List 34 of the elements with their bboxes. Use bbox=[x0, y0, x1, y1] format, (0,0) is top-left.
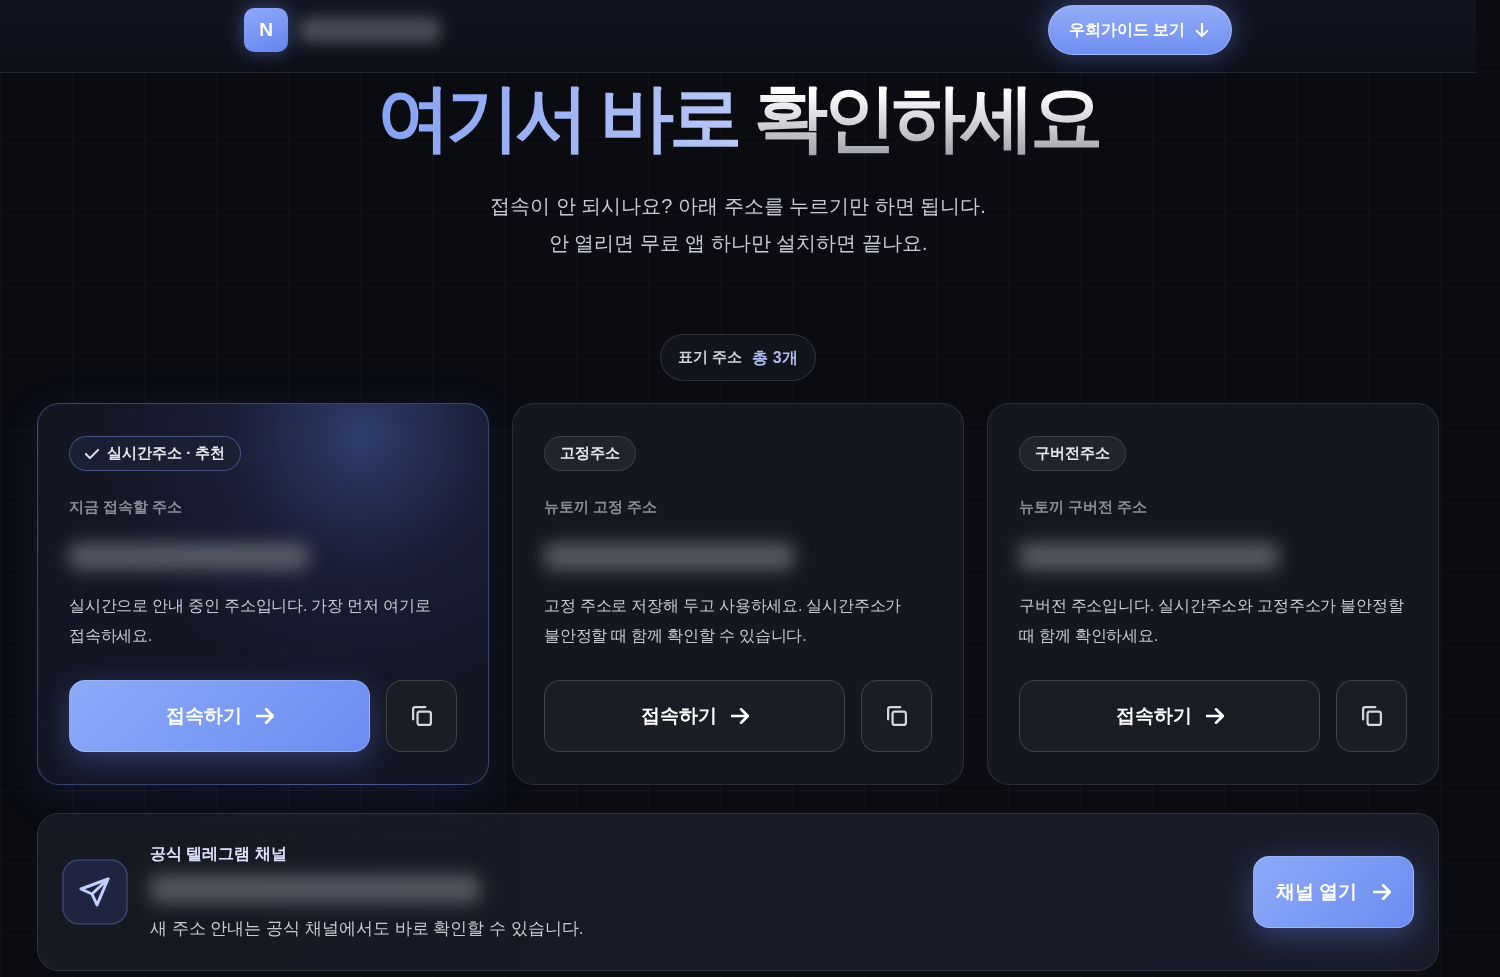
arrow-right-icon bbox=[730, 708, 749, 724]
copy-icon bbox=[411, 706, 432, 726]
address-description: 구버전 주소입니다. 실시간주소와 고정주소가 불안정할 때 함께 확인하세요. bbox=[1019, 596, 1405, 646]
connect-button[interactable]: 접속하기 bbox=[544, 680, 846, 752]
tag-label: 실시간주소 · 추천 bbox=[107, 443, 226, 464]
copy-button[interactable] bbox=[1336, 680, 1407, 752]
open-channel-button[interactable]: 채널 열기 bbox=[1253, 856, 1414, 928]
channel-description: 새 주소 안내는 공식 채널에서도 바로 확인할 수 있습니다. bbox=[150, 918, 585, 940]
subtitle-text: 접속이 안 되시나요? 아래 주소를 누르기만 하면 됩니다. 안 열리면 무료 앱 하나만 설치하면 끝나요. bbox=[489, 194, 987, 256]
paper-plane-icon bbox=[62, 859, 128, 925]
copy-button[interactable] bbox=[861, 680, 932, 752]
check-icon bbox=[85, 447, 99, 460]
site-logo[interactable]: N bbox=[244, 8, 288, 52]
arrow-down-icon bbox=[1195, 23, 1209, 37]
connect-button[interactable]: 접속하기 bbox=[1019, 680, 1321, 752]
arrow-right-icon bbox=[1373, 884, 1392, 900]
count-value: 총 3개 bbox=[752, 347, 798, 368]
count-label: 표기 주소 bbox=[678, 347, 743, 368]
address-label: 지금 접속할 주소 bbox=[69, 497, 184, 517]
address-description: 고정 주소로 저장해 두고 사용하세요. 실시간주소가 불안정할 때 함께 확인할 수 있습니다. bbox=[544, 596, 903, 646]
page-headline: 여기서 바로 확인하세요 bbox=[376, 76, 1100, 160]
address-description: 실시간으로 안내 중인 주소입니다. 가장 먼저 여기로 접속하세요. bbox=[69, 596, 432, 646]
tag-label: 고정주소 bbox=[560, 443, 620, 464]
address-label: 뉴토끼 구버전 주소 bbox=[1019, 497, 1149, 517]
arrow-right-icon bbox=[255, 708, 274, 724]
copy-icon bbox=[1361, 706, 1382, 726]
copy-icon bbox=[886, 706, 907, 726]
connect-button[interactable]: 접속하기 bbox=[69, 680, 371, 752]
arrow-right-icon bbox=[1205, 708, 1224, 724]
channel-title: 공식 텔레그램 채널 bbox=[150, 844, 288, 864]
guide-button[interactable]: 우회가이드 보기 bbox=[1047, 5, 1232, 55]
tag-label: 구버전주소 bbox=[1035, 443, 1110, 464]
copy-button[interactable] bbox=[386, 680, 457, 752]
address-label: 뉴토끼 고정 주소 bbox=[544, 497, 659, 517]
